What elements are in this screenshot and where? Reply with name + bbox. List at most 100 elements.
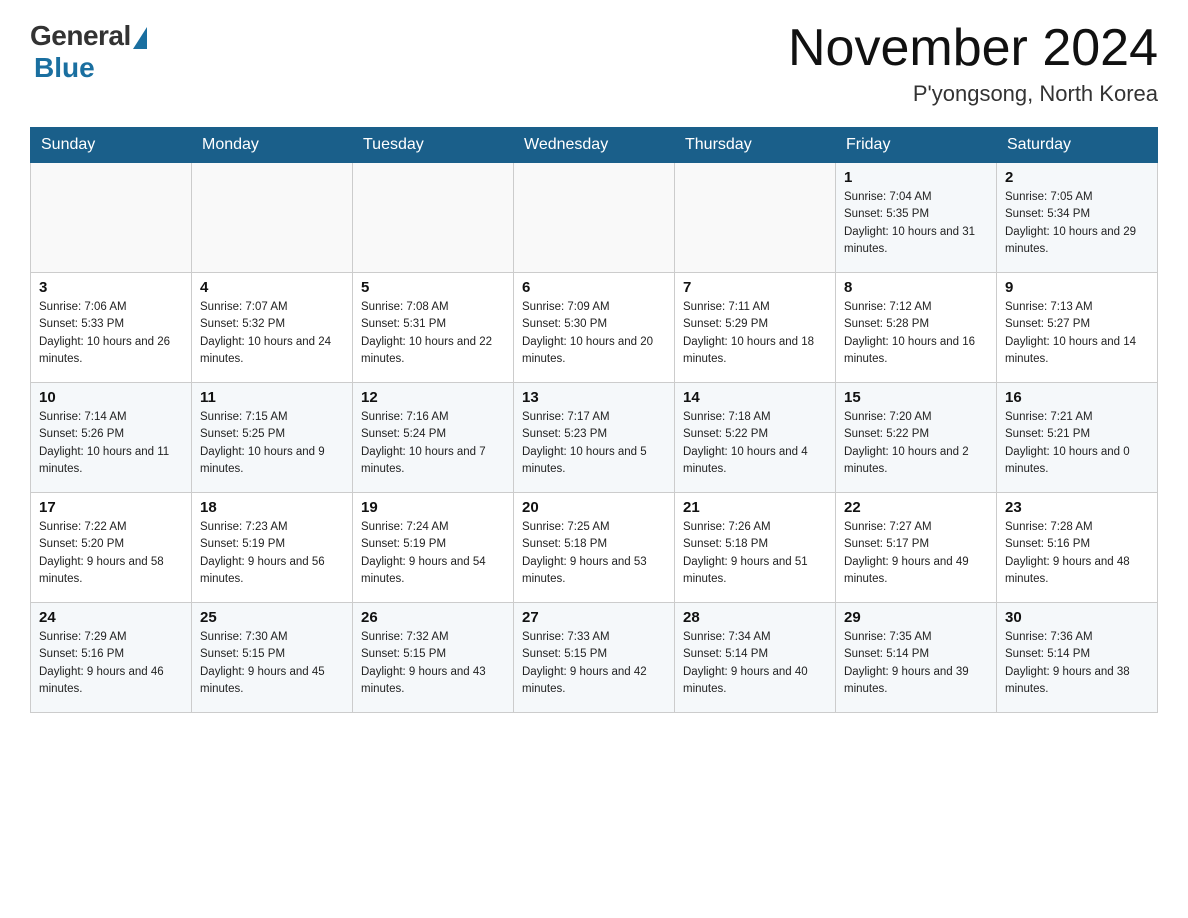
day-info: Sunrise: 7:17 AMSunset: 5:23 PMDaylight:…: [522, 409, 666, 478]
calendar-cell: 2 Sunrise: 7:05 AMSunset: 5:34 PMDaylight…: [997, 163, 1158, 273]
day-number: 2: [1005, 169, 1149, 186]
logo-blue-text: Blue: [34, 52, 95, 84]
calendar-cell: 21 Sunrise: 7:26 AMSunset: 5:18 PMDayligh…: [675, 493, 836, 603]
calendar-cell: [514, 163, 675, 273]
day-number: 1: [844, 169, 988, 186]
day-number: 5: [361, 279, 505, 296]
day-info: Sunrise: 7:30 AMSunset: 5:15 PMDaylight:…: [200, 629, 344, 698]
day-info: Sunrise: 7:13 AMSunset: 5:27 PMDaylight:…: [1005, 299, 1149, 368]
day-info: Sunrise: 7:33 AMSunset: 5:15 PMDaylight:…: [522, 629, 666, 698]
day-number: 9: [1005, 279, 1149, 296]
location-title: P'yongsong, North Korea: [788, 81, 1158, 107]
day-number: 25: [200, 609, 344, 626]
day-info: Sunrise: 7:04 AMSunset: 5:35 PMDaylight:…: [844, 189, 988, 258]
day-number: 19: [361, 499, 505, 516]
calendar-cell: 12 Sunrise: 7:16 AMSunset: 5:24 PMDayligh…: [353, 383, 514, 493]
day-number: 16: [1005, 389, 1149, 406]
calendar-cell: [353, 163, 514, 273]
day-number: 18: [200, 499, 344, 516]
day-number: 17: [39, 499, 183, 516]
day-number: 4: [200, 279, 344, 296]
day-info: Sunrise: 7:32 AMSunset: 5:15 PMDaylight:…: [361, 629, 505, 698]
calendar-cell: 29 Sunrise: 7:35 AMSunset: 5:14 PMDayligh…: [836, 603, 997, 713]
weekday-header-monday: Monday: [192, 128, 353, 163]
logo-general-text: General: [30, 20, 131, 52]
calendar-cell: 5 Sunrise: 7:08 AMSunset: 5:31 PMDaylight…: [353, 273, 514, 383]
calendar-cell: [192, 163, 353, 273]
day-number: 26: [361, 609, 505, 626]
calendar-cell: 4 Sunrise: 7:07 AMSunset: 5:32 PMDaylight…: [192, 273, 353, 383]
title-area: November 2024 P'yongsong, North Korea: [788, 20, 1158, 107]
calendar-cell: 26 Sunrise: 7:32 AMSunset: 5:15 PMDayligh…: [353, 603, 514, 713]
calendar-cell: 19 Sunrise: 7:24 AMSunset: 5:19 PMDayligh…: [353, 493, 514, 603]
calendar-cell: 16Sunrise: 7:21 AMSunset: 5:21 PMDayligh…: [997, 383, 1158, 493]
weekday-header-tuesday: Tuesday: [353, 128, 514, 163]
day-number: 24: [39, 609, 183, 626]
weekday-header-friday: Friday: [836, 128, 997, 163]
week-row-2: 3 Sunrise: 7:06 AMSunset: 5:33 PMDaylight…: [31, 273, 1158, 383]
day-number: 7: [683, 279, 827, 296]
day-info: Sunrise: 7:12 AMSunset: 5:28 PMDaylight:…: [844, 299, 988, 368]
day-info: Sunrise: 7:26 AMSunset: 5:18 PMDaylight:…: [683, 519, 827, 588]
day-number: 27: [522, 609, 666, 626]
week-row-1: 1 Sunrise: 7:04 AMSunset: 5:35 PMDaylight…: [31, 163, 1158, 273]
weekday-header-saturday: Saturday: [997, 128, 1158, 163]
day-info: Sunrise: 7:28 AMSunset: 5:16 PMDaylight:…: [1005, 519, 1149, 588]
calendar-cell: 8Sunrise: 7:12 AMSunset: 5:28 PMDaylight…: [836, 273, 997, 383]
day-info: Sunrise: 7:35 AMSunset: 5:14 PMDaylight:…: [844, 629, 988, 698]
day-info: Sunrise: 7:20 AMSunset: 5:22 PMDaylight:…: [844, 409, 988, 478]
logo-triangle-icon: [133, 27, 147, 49]
day-info: Sunrise: 7:06 AMSunset: 5:33 PMDaylight:…: [39, 299, 183, 368]
day-info: Sunrise: 7:36 AMSunset: 5:14 PMDaylight:…: [1005, 629, 1149, 698]
calendar-cell: 7Sunrise: 7:11 AMSunset: 5:29 PMDaylight…: [675, 273, 836, 383]
calendar-cell: 24Sunrise: 7:29 AMSunset: 5:16 PMDayligh…: [31, 603, 192, 713]
day-info: Sunrise: 7:24 AMSunset: 5:19 PMDaylight:…: [361, 519, 505, 588]
day-info: Sunrise: 7:27 AMSunset: 5:17 PMDaylight:…: [844, 519, 988, 588]
calendar-cell: 17 Sunrise: 7:22 AMSunset: 5:20 PMDayligh…: [31, 493, 192, 603]
calendar-cell: 13 Sunrise: 7:17 AMSunset: 5:23 PMDayligh…: [514, 383, 675, 493]
day-number: 21: [683, 499, 827, 516]
weekday-header-thursday: Thursday: [675, 128, 836, 163]
day-number: 12: [361, 389, 505, 406]
calendar-cell: 18 Sunrise: 7:23 AMSunset: 5:19 PMDayligh…: [192, 493, 353, 603]
day-info: Sunrise: 7:22 AMSunset: 5:20 PMDaylight:…: [39, 519, 183, 588]
calendar-cell: 6Sunrise: 7:09 AMSunset: 5:30 PMDaylight…: [514, 273, 675, 383]
day-number: 14: [683, 389, 827, 406]
day-info: Sunrise: 7:08 AMSunset: 5:31 PMDaylight:…: [361, 299, 505, 368]
calendar-cell: 23 Sunrise: 7:28 AMSunset: 5:16 PMDayligh…: [997, 493, 1158, 603]
day-number: 3: [39, 279, 183, 296]
weekday-header-row: SundayMondayTuesdayWednesdayThursdayFrid…: [31, 128, 1158, 163]
calendar-cell: 27 Sunrise: 7:33 AMSunset: 5:15 PMDayligh…: [514, 603, 675, 713]
day-info: Sunrise: 7:23 AMSunset: 5:19 PMDaylight:…: [200, 519, 344, 588]
day-number: 6: [522, 279, 666, 296]
weekday-header-sunday: Sunday: [31, 128, 192, 163]
calendar-cell: 15 Sunrise: 7:20 AMSunset: 5:22 PMDayligh…: [836, 383, 997, 493]
calendar-cell: 11Sunrise: 7:15 AMSunset: 5:25 PMDayligh…: [192, 383, 353, 493]
logo: General Blue: [30, 20, 147, 84]
day-info: Sunrise: 7:05 AMSunset: 5:34 PMDaylight:…: [1005, 189, 1149, 258]
day-info: Sunrise: 7:16 AMSunset: 5:24 PMDaylight:…: [361, 409, 505, 478]
day-info: Sunrise: 7:34 AMSunset: 5:14 PMDaylight:…: [683, 629, 827, 698]
calendar-cell: 25 Sunrise: 7:30 AMSunset: 5:15 PMDayligh…: [192, 603, 353, 713]
page-header: General Blue November 2024 P'yongsong, N…: [30, 20, 1158, 107]
day-info: Sunrise: 7:07 AMSunset: 5:32 PMDaylight:…: [200, 299, 344, 368]
day-number: 28: [683, 609, 827, 626]
day-number: 15: [844, 389, 988, 406]
day-info: Sunrise: 7:14 AMSunset: 5:26 PMDaylight:…: [39, 409, 183, 478]
day-number: 13: [522, 389, 666, 406]
calendar-cell: 20Sunrise: 7:25 AMSunset: 5:18 PMDayligh…: [514, 493, 675, 603]
month-title: November 2024: [788, 20, 1158, 77]
calendar-cell: 9 Sunrise: 7:13 AMSunset: 5:27 PMDaylight…: [997, 273, 1158, 383]
calendar-cell: 14Sunrise: 7:18 AMSunset: 5:22 PMDayligh…: [675, 383, 836, 493]
day-number: 22: [844, 499, 988, 516]
calendar-cell: [31, 163, 192, 273]
calendar-cell: 10 Sunrise: 7:14 AMSunset: 5:26 PMDayligh…: [31, 383, 192, 493]
day-number: 29: [844, 609, 988, 626]
week-row-5: 24Sunrise: 7:29 AMSunset: 5:16 PMDayligh…: [31, 603, 1158, 713]
day-number: 10: [39, 389, 183, 406]
calendar-cell: 30Sunrise: 7:36 AMSunset: 5:14 PMDayligh…: [997, 603, 1158, 713]
weekday-header-wednesday: Wednesday: [514, 128, 675, 163]
day-number: 23: [1005, 499, 1149, 516]
day-info: Sunrise: 7:25 AMSunset: 5:18 PMDaylight:…: [522, 519, 666, 588]
calendar-cell: [675, 163, 836, 273]
